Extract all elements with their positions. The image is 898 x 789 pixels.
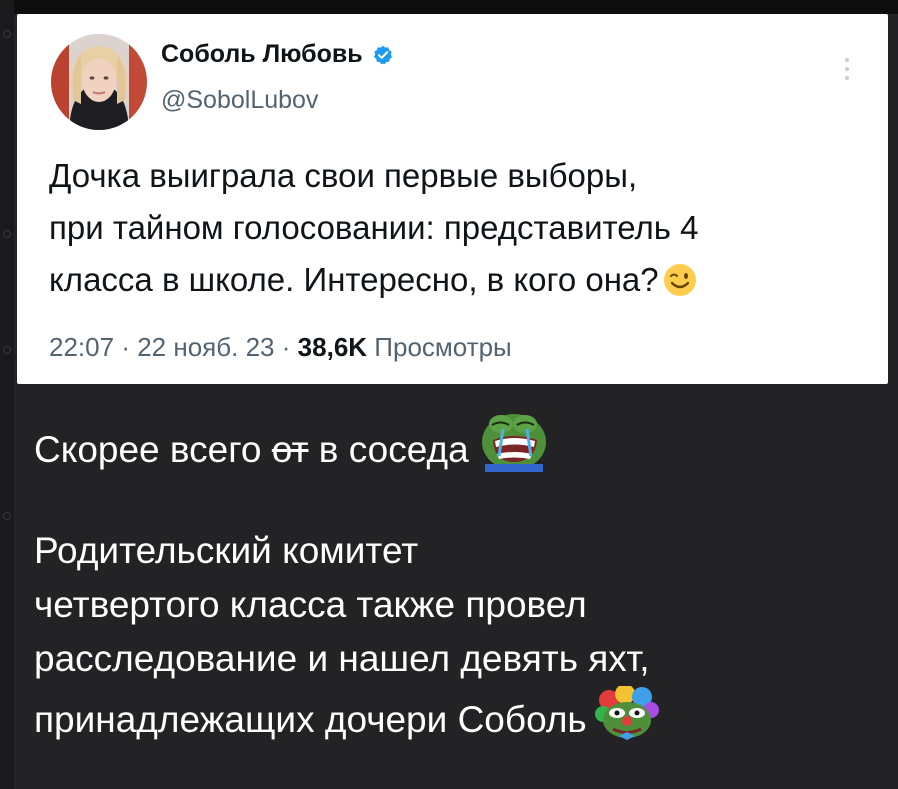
- tweet-text-line: Дочка выиграла свои первые выборы,: [49, 157, 638, 194]
- tweet-text-line-with-emoji: класса в школе. Интересно, в кого она?: [49, 254, 869, 306]
- comment-line: принадлежащих дочери Соболь: [34, 699, 587, 740]
- comment-text-after: в соседа: [308, 429, 469, 470]
- tweet-text: Дочка выиграла свои первые выборы, при т…: [49, 150, 869, 306]
- more-options-icon[interactable]: [844, 58, 850, 84]
- top-strip: [14, 0, 898, 14]
- author-handle[interactable]: @SobolLubov: [161, 86, 318, 115]
- author-row: Соболь Любовь: [161, 40, 393, 69]
- comment-line-with-sticker: принадлежащих дочери Соболь: [34, 684, 659, 757]
- winking-emoji-icon: [663, 260, 697, 296]
- left-edge-strip: [0, 0, 14, 789]
- tweet-screenshot[interactable]: Соболь Любовь @SobolLubov Дочка выиграла…: [17, 14, 888, 384]
- tweet-meta: 22:07 · 22 нояб. 23 · 38,6K Просмотры: [49, 332, 512, 363]
- tweet-text-line: класса в школе. Интересно, в кого она?: [49, 261, 659, 298]
- clown-pepe-sticker: [594, 684, 659, 757]
- comment-line: расследование и нашел девять яхт,: [34, 638, 650, 679]
- meta-separator: ·: [281, 332, 291, 362]
- edge-dot: [3, 30, 11, 38]
- comment-text-before: Скорее всего: [34, 429, 272, 470]
- author-name[interactable]: Соболь Любовь: [161, 40, 363, 69]
- comment-line: Родительский комитет: [34, 530, 419, 571]
- avatar[interactable]: [51, 34, 147, 130]
- tweet-date[interactable]: 22 нояб. 23: [137, 332, 274, 362]
- comment-line: четвертого класса также провел: [34, 584, 587, 625]
- tweet-time[interactable]: 22:07: [49, 332, 114, 362]
- edge-dot: [3, 512, 11, 520]
- verified-badge-icon: [373, 45, 393, 65]
- tweet-text-line: при тайном голосовании: представитель 4: [49, 209, 699, 246]
- views-count: 38,6K: [297, 332, 368, 362]
- edge-dot: [3, 230, 11, 238]
- screenshot-frame: Соболь Любовь @SobolLubov Дочка выиграла…: [0, 0, 898, 789]
- crying-pepe-sticker: [477, 406, 551, 487]
- edge-dot: [3, 346, 11, 354]
- views-label: Просмотры: [374, 332, 512, 362]
- meta-separator: ·: [121, 332, 130, 362]
- comment-line-1: Скорее всего от в соседа: [34, 406, 551, 487]
- comment-strikethrough-text: от: [271, 429, 309, 470]
- comment-paragraph-2: Родительский комитет четвертого класса т…: [34, 524, 659, 757]
